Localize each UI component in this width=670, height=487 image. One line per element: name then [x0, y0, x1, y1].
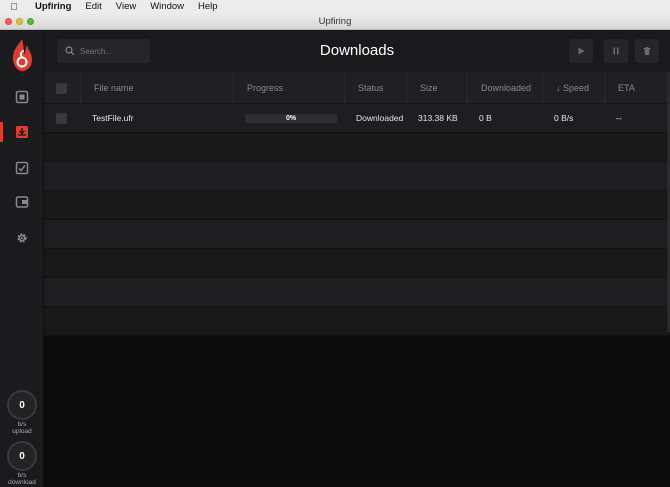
sidebar-item-files[interactable] [0, 83, 44, 111]
upload-speed-label: upload [12, 428, 32, 435]
window-titlebar: Upfiring [0, 14, 670, 30]
gear-icon [17, 233, 27, 243]
apple-menu-icon[interactable]:  [0, 2, 28, 13]
menu-window[interactable]: Window [143, 0, 191, 14]
sidebar: 0 b/s upload 0 b/s download [0, 30, 44, 487]
download-speed-label: download [8, 479, 36, 486]
check-square-icon [15, 161, 29, 175]
cell-eta: -- [616, 113, 622, 123]
header: Downloads [44, 30, 670, 72]
column-eta[interactable]: ETA [605, 72, 670, 104]
cell-size: 313.38 KB [418, 113, 458, 123]
window-title: Upfiring [318, 16, 352, 27]
select-all-checkbox[interactable] [56, 82, 67, 94]
resume-button[interactable] [569, 39, 593, 63]
cell-file-name: TestFile.ufr [92, 113, 134, 123]
table-row[interactable]: TestFile.ufr 0% Downloaded 313.38 KB 0 B… [44, 104, 670, 133]
column-file-name[interactable]: File name [81, 72, 234, 104]
upload-speed-meter: 0 b/s upload [6, 390, 38, 435]
play-icon [578, 47, 585, 55]
row-checkbox[interactable] [56, 112, 67, 124]
progress-text: 0% [285, 114, 297, 122]
download-speed-value: 0 [7, 441, 37, 471]
cell-progress: 0% [234, 104, 345, 133]
menu-help[interactable]: Help [191, 0, 225, 14]
menu-bar:  Upfiring Edit View Window Help [0, 0, 670, 14]
downloads-table: File name Progress Status Size Downloade… [44, 72, 670, 336]
download-speed-unit: b/s [17, 472, 27, 479]
cell-status: Downloaded [356, 113, 404, 123]
upfiring-logo-icon [13, 39, 32, 71]
empty-row [44, 133, 670, 162]
table-header: File name Progress Status Size Downloade… [44, 72, 670, 104]
empty-row [44, 220, 670, 249]
empty-row [44, 191, 670, 220]
sidebar-item-downloads[interactable] [0, 118, 44, 146]
wallet-icon [15, 196, 29, 208]
download-tray-icon [16, 126, 28, 138]
progress-bar: 0% [245, 113, 337, 123]
column-size[interactable]: Size [407, 72, 468, 104]
cell-downloaded: 0 B [479, 113, 492, 123]
delete-button[interactable] [635, 39, 659, 63]
empty-row [44, 278, 670, 307]
pause-button[interactable] [604, 39, 628, 63]
column-speed[interactable]: ↓ Speed [543, 72, 605, 104]
upload-speed-unit: b/s [17, 421, 27, 428]
download-speed-meter: 0 b/s download [6, 441, 38, 486]
select-all-checkbox-cell [44, 72, 81, 104]
menu-app-name[interactable]: Upfiring [28, 0, 78, 14]
upload-speed-value: 0 [7, 390, 37, 420]
sidebar-item-completed[interactable] [0, 154, 44, 182]
column-downloaded[interactable]: Downloaded [468, 72, 543, 104]
empty-row [44, 249, 670, 278]
column-status[interactable]: Status [345, 72, 407, 104]
pause-icon [613, 47, 619, 55]
menu-view[interactable]: View [109, 0, 143, 14]
empty-row [44, 307, 670, 336]
sidebar-item-wallet[interactable] [0, 188, 44, 216]
box-icon [15, 90, 29, 104]
column-progress[interactable]: Progress [234, 72, 345, 104]
trash-icon [643, 47, 651, 55]
empty-row [44, 162, 670, 191]
cell-speed: 0 B/s [554, 113, 574, 123]
row-checkbox-cell [44, 104, 81, 133]
menu-edit[interactable]: Edit [78, 0, 108, 14]
sidebar-item-settings[interactable] [0, 224, 44, 252]
